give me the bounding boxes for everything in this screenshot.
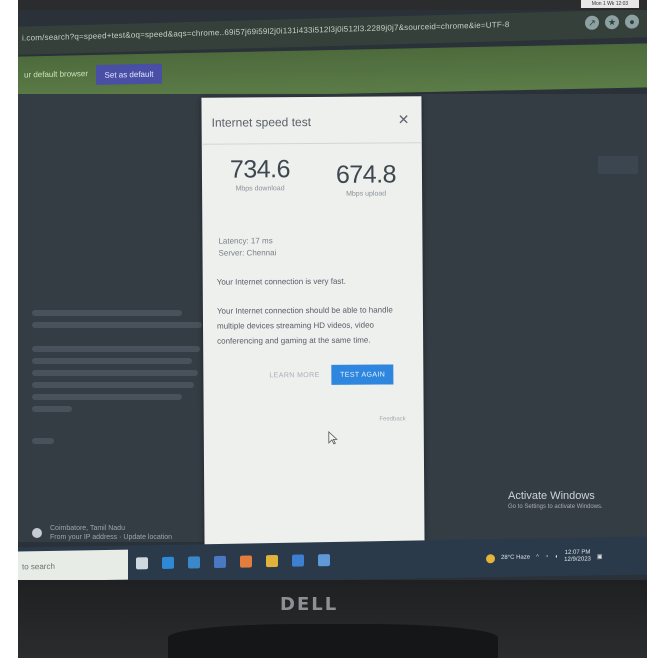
location-chip[interactable]: Coimbatore, Tamil Nadu From your IP addr… [32,524,172,542]
tray-chevron-icon[interactable]: ^ [536,554,539,560]
edge-browser-icon[interactable] [162,556,174,569]
blurred-text-line [32,406,72,412]
monitor-top-bezel: Mon 1 Wk 12:03 [18,0,647,10]
blurred-text-line [32,310,182,316]
page-action-button[interactable] [598,156,638,174]
feedback-link[interactable]: Feedback [379,416,405,422]
taskbar-search-placeholder: to search [22,561,55,571]
test-again-button[interactable]: TEST AGAIN [331,364,394,385]
close-icon[interactable]: ✕ [396,111,412,127]
monitor-stand [168,624,498,658]
photo-left-margin [0,0,19,658]
browser-toolbar-icons: ↗ ★ ● [585,14,639,30]
upload-label: Mbps upload [346,190,387,198]
activate-windows-watermark: Activate Windows Go to Settings to activ… [508,490,603,510]
word-icon[interactable] [318,554,330,567]
notification-icon[interactable]: ▣ [597,553,603,560]
speed-summary: Your Internet connection is very fast. [216,276,346,287]
windows-taskbar: to search 28°C Haze ^ ◔ ◖ 12:07 PM 12/9/… [18,536,647,580]
location-text: Coimbatore, Tamil Nadu From your IP addr… [50,524,172,542]
infobar-message: ur default browser [24,69,89,80]
server-text: Server: Chennai [218,248,277,258]
connection-meta: Latency: 17 ms Server: Chennai [218,235,276,259]
monitor-screen: i.com/search?q=speed+test&oq=speed&aqs=c… [18,10,647,580]
profile-icon[interactable]: ● [625,14,639,29]
location-pin-icon [32,528,42,538]
blurred-text-line [32,322,202,328]
blurred-text-line [32,358,192,364]
volume-icon[interactable]: ◖ [555,554,559,560]
chrome-icon[interactable] [266,554,278,568]
location-line-2[interactable]: From your IP address · Update location [50,533,172,542]
taskbar-clock[interactable]: 12:07 PM 12/9/2023 [564,549,591,563]
taskbar-search-input[interactable]: to search [18,549,128,580]
weather-sun-icon [486,553,495,563]
share-icon[interactable]: ↗ [585,15,599,30]
monitor-photo: Mon 1 Wk 12:03 i.com/search?q=speed+test… [18,0,647,658]
dialog-header: Internet speed test ✕ [201,96,422,145]
latency-text: Latency: 17 ms [218,236,273,246]
network-icon[interactable]: ◔ [545,554,549,560]
blurred-text-line [32,438,54,444]
dialog-actions: LEARN MORE TEST AGAIN [267,364,394,385]
file-explorer-icon[interactable] [188,556,200,569]
url-text[interactable]: i.com/search?q=speed+test&oq=speed&aqs=c… [22,18,582,48]
blurred-text-line [32,382,194,388]
dell-logo: DELL [280,594,339,615]
speed-test-dialog: Internet speed test ✕ 734.6 Mbps downloa… [201,96,425,548]
bezel-sticker: Mon 1 Wk 12:03 [581,0,639,8]
learn-more-button[interactable]: LEARN MORE [267,367,321,382]
store-icon[interactable] [214,555,226,569]
blurred-text-line [32,370,198,376]
mouse-cursor-icon [328,430,338,445]
blurred-text-line [32,394,182,400]
dialog-title: Internet speed test [211,115,312,130]
system-tray: 28°C Haze ^ ◔ ◖ 12:07 PM 12/9/2023 ▣ [486,549,603,565]
download-label: Mbps download [235,185,285,193]
clock-date: 12/9/2023 [564,556,591,563]
task-view-icon[interactable] [136,557,148,570]
download-value: 734.6 [229,155,291,184]
weather-text[interactable]: 28°C Haze [501,555,530,562]
activate-windows-title: Activate Windows [508,490,595,502]
taskbar-app-icons [136,554,330,570]
bookmark-star-icon[interactable]: ★ [605,14,619,30]
download-speed: 734.6 Mbps download [210,155,310,193]
upload-value: 674.8 [335,160,397,189]
upload-speed: 674.8 Mbps upload [316,160,416,198]
set-as-default-button[interactable]: Set as default [96,63,162,85]
activate-windows-subtitle: Go to Settings to activate Windows. [508,504,603,510]
firefox-icon[interactable] [240,555,252,568]
location-line-1: Coimbatore, Tamil Nadu [50,525,125,532]
blurred-text-line [32,346,200,352]
speed-description: Your Internet connection should be able … [216,305,393,346]
monitor-bottom-bezel: DELL [18,580,647,658]
outlook-icon[interactable] [292,554,304,567]
